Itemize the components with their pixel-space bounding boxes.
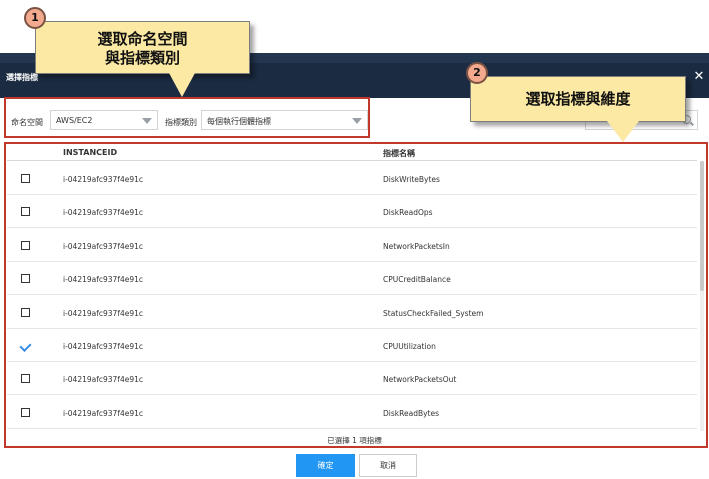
cell-instance-id: i-04219afc937f4e91c bbox=[63, 408, 144, 418]
table-row[interactable]: i-04219afc937f4e91c StatusCheckFailed_Sys… bbox=[7, 296, 697, 329]
cell-instance-id: i-04219afc937f4e91c bbox=[63, 175, 144, 184]
column-header-metric: 指標名稱 bbox=[383, 149, 415, 158]
callout-line: 選取命名空間 bbox=[97, 30, 188, 48]
dialog-title: 選擇指標 bbox=[6, 73, 38, 82]
cell-instance-id: i-04219afc937f4e91c bbox=[63, 375, 144, 385]
row-checkbox[interactable] bbox=[21, 274, 30, 284]
callout-pointer bbox=[169, 73, 195, 97]
metric-list: INSTANCEID 指標名稱 i-04219afc937f4e91c DiskW… bbox=[7, 143, 704, 431]
table-row[interactable]: i-04219afc937f4e91c CPUCreditBalance bbox=[7, 262, 697, 296]
cell-metric-name: NetworkPacketsIn bbox=[383, 241, 450, 251]
scrollbar-thumb[interactable] bbox=[700, 161, 704, 291]
callout-namespace: 選取命名空間 與指標類別 bbox=[35, 21, 250, 74]
cell-metric-name: DiskReadBytes bbox=[383, 408, 440, 418]
step-badge: 1 bbox=[24, 7, 46, 29]
metric-type-value: 每個執行個體指標 bbox=[207, 117, 271, 126]
ok-button[interactable]: 確定 bbox=[296, 454, 355, 477]
cell-instance-id: i-04219afc937f4e91c bbox=[63, 275, 144, 285]
cell-metric-name: DiskWriteBytes bbox=[383, 175, 440, 184]
callout-line: 與指標類別 bbox=[104, 49, 180, 67]
row-checkbox[interactable] bbox=[21, 174, 30, 183]
chevron-down-icon bbox=[142, 118, 152, 124]
metric-type-select[interactable]: 每個執行個體指標 bbox=[201, 110, 368, 130]
cell-metric-name: NetworkPacketsOut bbox=[383, 375, 457, 385]
table-row[interactable]: i-04219afc937f4e91c DiskReadBytes bbox=[7, 396, 697, 429]
metric-type-label: 指標類別 bbox=[165, 118, 197, 127]
cell-metric-name: StatusCheckFailed_System bbox=[383, 308, 484, 318]
callout-line: 選取指標與維度 bbox=[525, 90, 631, 108]
table-row[interactable]: i-04219afc937f4e91c NetworkPacketsOut bbox=[7, 362, 697, 396]
table-header: INSTANCEID 指標名稱 bbox=[7, 143, 697, 161]
callout-pointer bbox=[607, 121, 639, 142]
row-checkbox[interactable] bbox=[21, 240, 30, 250]
row-checkbox[interactable] bbox=[21, 407, 30, 417]
row-checkbox[interactable] bbox=[21, 207, 30, 217]
cell-instance-id: i-04219afc937f4e91c bbox=[63, 208, 144, 218]
row-checkbox[interactable] bbox=[21, 307, 30, 317]
row-checkbox[interactable] bbox=[21, 374, 30, 384]
table-row[interactable]: i-04219afc937f4e91c DiskWriteBytes bbox=[7, 162, 697, 195]
table-row[interactable]: i-04219afc937f4e91c NetworkPacketsIn bbox=[7, 229, 697, 262]
namespace-label: 命名空間 bbox=[11, 118, 43, 127]
namespace-select[interactable]: AWS/EC2 bbox=[50, 110, 158, 130]
scrollbar[interactable] bbox=[700, 161, 704, 431]
namespace-value: AWS/EC2 bbox=[56, 116, 93, 125]
close-icon[interactable]: ✕ bbox=[692, 70, 706, 84]
callout-metrics: 選取指標與維度 bbox=[470, 76, 686, 122]
step-badge: 2 bbox=[466, 62, 488, 84]
selected-count: 已選擇 1 項指標 bbox=[327, 436, 382, 445]
cell-metric-name: CPUCreditBalance bbox=[383, 275, 451, 285]
cell-instance-id: i-04219afc937f4e91c bbox=[63, 241, 144, 251]
cancel-button[interactable]: 取消 bbox=[359, 454, 417, 477]
row-checkbox[interactable] bbox=[21, 341, 30, 350]
cell-metric-name: DiskReadOps bbox=[383, 208, 433, 218]
cell-instance-id: i-04219afc937f4e91c bbox=[63, 342, 144, 351]
table-row[interactable]: i-04219afc937f4e91c DiskReadOps bbox=[7, 195, 697, 229]
table-row[interactable]: i-04219afc937f4e91c CPUUtilization bbox=[7, 329, 697, 362]
cell-instance-id: i-04219afc937f4e91c bbox=[63, 308, 144, 318]
chevron-down-icon bbox=[352, 118, 362, 124]
cell-metric-name: CPUUtilization bbox=[383, 342, 436, 351]
column-header-instance: INSTANCEID bbox=[63, 148, 118, 157]
